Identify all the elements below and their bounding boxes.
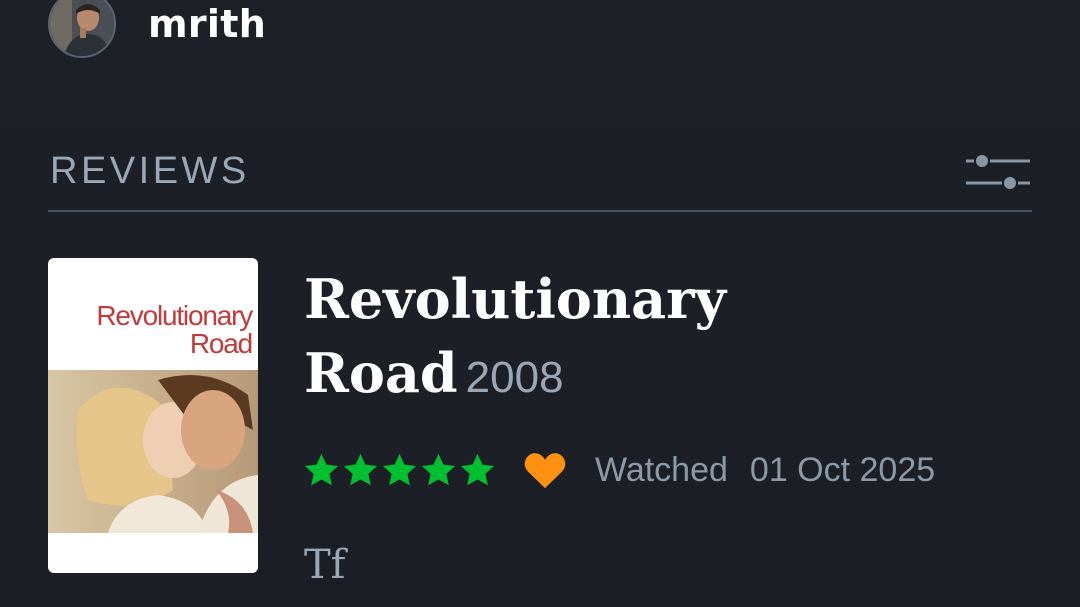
user-header[interactable]: mrith — [48, 0, 266, 62]
poster-artwork — [48, 370, 258, 533]
section-divider — [48, 210, 1032, 212]
film-title[interactable]: Revolutionary Road 2008 — [304, 262, 864, 415]
avatar[interactable] — [48, 0, 116, 58]
film-poster[interactable]: Revolutionary Road — [48, 258, 258, 573]
watched-date: 01 Oct 2025 — [749, 450, 936, 489]
reviews-section-header: REVIEWS — [48, 146, 1032, 212]
film-year[interactable]: 2008 — [466, 353, 564, 402]
film-title-line-1[interactable]: Revolutionary — [304, 262, 864, 336]
star-icon — [421, 453, 456, 485]
avatar-image — [50, 0, 114, 56]
star-icon — [343, 453, 378, 485]
watched-label: Watched — [595, 450, 728, 489]
username[interactable]: mrith — [148, 2, 266, 46]
review-text[interactable]: Tf — [304, 542, 345, 588]
star-rating — [302, 451, 497, 490]
star-icon — [304, 453, 339, 485]
star-icon — [460, 453, 495, 485]
heart-icon — [524, 453, 566, 489]
poster-title: Revolutionary Road — [96, 300, 253, 359]
review-meta: Watched 01 Oct 2025 — [302, 446, 935, 494]
poster-title-line-2: Road — [189, 328, 253, 359]
sliders-icon[interactable] — [964, 152, 1032, 192]
section-title: REVIEWS — [50, 150, 250, 192]
star-icon — [382, 453, 417, 485]
film-title-line-2[interactable]: Road — [304, 341, 458, 405]
poster-title-line-1: Revolutionary — [96, 300, 253, 331]
